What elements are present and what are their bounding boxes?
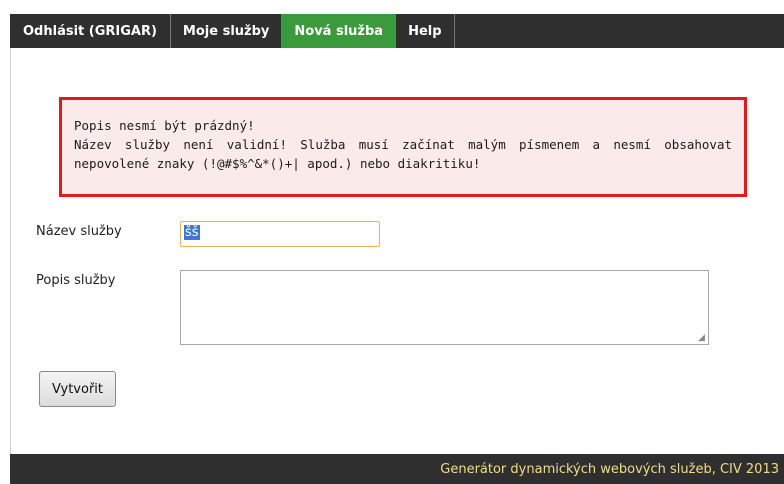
error-description-empty: Popis nesmí být prázdný! — [74, 118, 255, 133]
service-name-label: Název služby — [36, 224, 122, 239]
nav-help[interactable]: Help — [396, 14, 455, 48]
nav-logout[interactable]: Odhlásit (GRIGAR) — [10, 14, 171, 48]
nav-my-services[interactable]: Moje služby — [171, 14, 283, 48]
footer-text: Generátor dynamických webových služeb, C… — [440, 461, 779, 477]
frame-border — [10, 14, 11, 454]
service-description-textarea[interactable]: ◢ — [180, 270, 709, 345]
nav-new-service[interactable]: Nová služba — [282, 14, 397, 48]
error-message-box: Popis nesmí být prázdný! Název služby ne… — [59, 97, 747, 197]
service-name-input[interactable]: šš — [180, 221, 380, 247]
page: Odhlásit (GRIGAR) Moje služby Nová služb… — [0, 0, 784, 484]
top-navigation: Odhlásit (GRIGAR) Moje služby Nová služb… — [10, 14, 784, 48]
resize-handle-icon[interactable]: ◢ — [698, 334, 706, 343]
footer: Generátor dynamických webových služeb, C… — [10, 454, 784, 484]
service-description-label: Popis služby — [36, 273, 116, 288]
service-name-value: šš — [184, 225, 200, 240]
create-button[interactable]: Vytvořit — [39, 371, 116, 407]
error-name-invalid: Název služby není validní! Služba musí z… — [74, 137, 732, 171]
